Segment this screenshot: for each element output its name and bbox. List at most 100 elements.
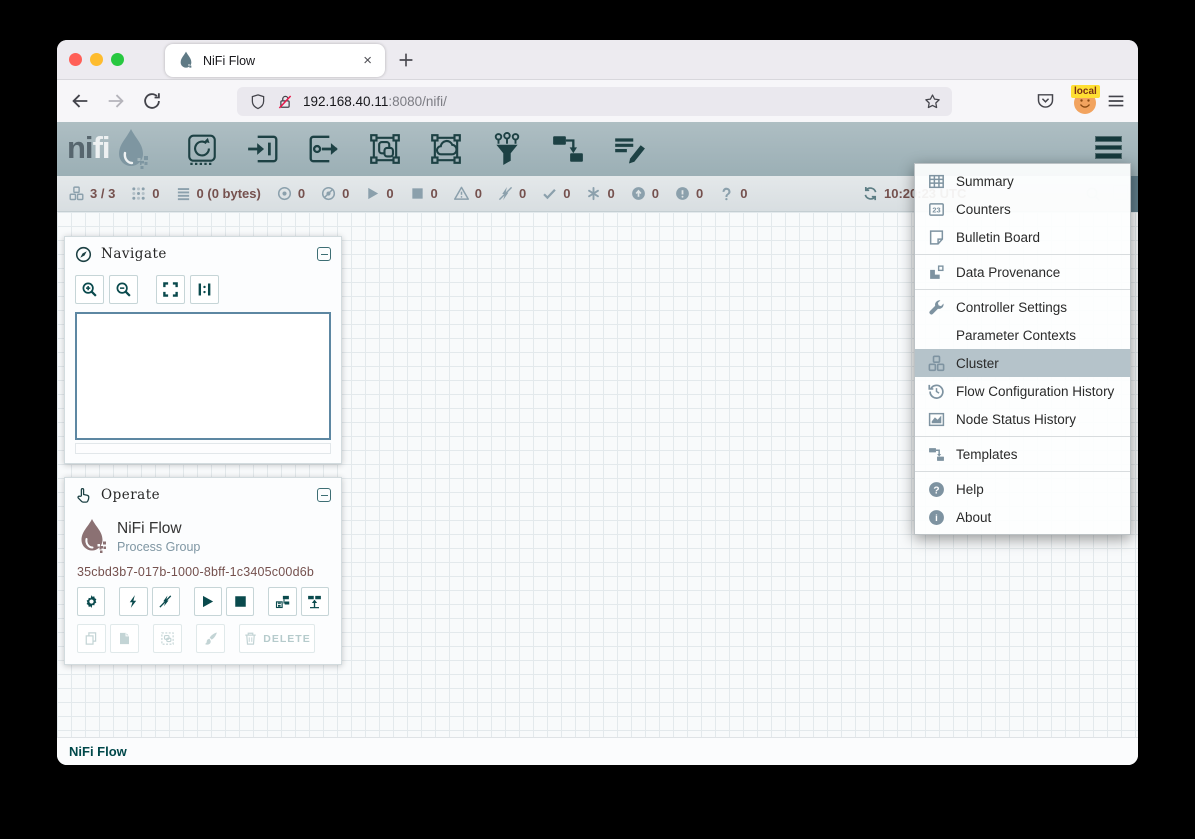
breadcrumb[interactable]: NiFi Flow (69, 744, 127, 759)
processor-icon[interactable] (185, 132, 219, 166)
output-port-icon[interactable] (307, 132, 341, 166)
forward-button[interactable] (105, 90, 127, 112)
gear-button[interactable] (77, 587, 105, 616)
status-value: 0 (0 bytes) (197, 186, 261, 201)
menu-item-data-provenance[interactable]: Data Provenance (915, 258, 1130, 286)
new-tab-button[interactable] (395, 49, 417, 71)
process-group-icon[interactable] (368, 132, 402, 166)
template-icon[interactable] (551, 132, 585, 166)
birdseye-minimap[interactable] (75, 312, 331, 440)
status-item: 0 (454, 186, 482, 201)
bulletin-board-icon (928, 229, 945, 246)
copy-button[interactable] (77, 624, 106, 653)
svg-text:i: i (935, 513, 938, 524)
save-template-icon (275, 594, 290, 609)
window-close-button[interactable] (69, 53, 82, 66)
stopped-icon (410, 186, 425, 201)
birdseye-strip[interactable] (75, 443, 331, 454)
svg-text:?: ? (933, 485, 939, 496)
actual-size-button[interactable] (190, 275, 219, 304)
status-item: 0 (0 bytes) (176, 186, 261, 201)
menu-item-help[interactable]: ? Help (915, 475, 1130, 503)
profile-button[interactable]: local (1071, 87, 1101, 117)
window-zoom-button[interactable] (111, 53, 124, 66)
menu-item-templates[interactable]: Templates (915, 440, 1130, 468)
gear-icon (84, 594, 99, 609)
status-item: 3 / 3 (69, 186, 115, 201)
tracking-protection-shield-icon[interactable] (249, 93, 267, 111)
pocket-icon[interactable] (1035, 90, 1056, 111)
navigate-header: Navigate (65, 237, 341, 271)
url-bar[interactable]: 192.168.40.11:8080/nifi/ (237, 87, 952, 116)
navigate-collapse-button[interactable] (317, 247, 331, 261)
menu-item-node-status-history[interactable]: Node Status History (915, 405, 1130, 433)
svg-text:23: 23 (932, 205, 940, 214)
processor-grid-icon (131, 186, 146, 201)
menu-item-bulletin-board[interactable]: Bulletin Board (915, 223, 1130, 251)
upload-template-icon (307, 594, 322, 609)
status-item: 0 (542, 186, 570, 201)
menu-item-label: Templates (956, 447, 1018, 462)
brush-button[interactable] (196, 624, 225, 653)
stale-icon (631, 186, 646, 201)
transmitting-icon (277, 186, 292, 201)
menu-item-summary[interactable]: Summary (915, 167, 1130, 195)
zoom-out-button[interactable] (109, 275, 138, 304)
paste-button[interactable] (110, 624, 139, 653)
play-button[interactable] (194, 587, 222, 616)
tab-close-button[interactable]: × (360, 52, 375, 69)
global-menu-button[interactable] (1095, 136, 1122, 159)
menu-item-label: Help (956, 482, 984, 497)
url-path: :8080/nifi/ (388, 94, 447, 109)
menu-item-counters[interactable]: 23Counters (915, 195, 1130, 223)
actual-size-icon (196, 281, 213, 298)
funnel-icon[interactable] (490, 132, 524, 166)
status-item: 0 (719, 186, 747, 201)
status-counts: 3 / 300 (0 bytes)00000000000 (69, 176, 747, 211)
menu-item-about[interactable]: iAbout (915, 503, 1130, 531)
status-item: 0 (131, 186, 159, 201)
nifi-logo-drop-icon (113, 127, 149, 171)
operate-collapse-button[interactable] (317, 488, 331, 502)
window-minimize-button[interactable] (90, 53, 103, 66)
menu-item-label: Summary (956, 174, 1014, 189)
navigate-title: Navigate (101, 246, 308, 262)
zoom-in-button[interactable] (75, 275, 104, 304)
counters-icon: 23 (928, 201, 945, 218)
not-transmitting-icon (321, 186, 336, 201)
sync-failure-icon (719, 186, 734, 201)
status-value: 0 (386, 186, 393, 201)
no-icon (928, 327, 945, 344)
trash-button[interactable]: DELETE (239, 624, 315, 653)
browser-tab[interactable]: NiFi Flow × (165, 44, 385, 77)
bolt-icon (126, 594, 141, 609)
save-template-button[interactable] (268, 587, 296, 616)
input-port-icon[interactable] (246, 132, 280, 166)
insecure-connection-icon[interactable] (276, 93, 294, 111)
menu-item-flow-configuration-history[interactable]: Flow Configuration History (915, 377, 1130, 405)
bookmark-star-icon[interactable] (923, 92, 942, 111)
group-button[interactable] (153, 624, 182, 653)
menu-item-cluster[interactable]: Cluster (915, 349, 1130, 377)
firefox-menu-button[interactable] (1105, 90, 1127, 112)
stop-button[interactable] (226, 587, 254, 616)
menu-item-label: Flow Configuration History (956, 384, 1114, 399)
navigate-buttons (65, 271, 341, 308)
bolt-button[interactable] (119, 587, 147, 616)
status-value: 0 (607, 186, 614, 201)
menu-item-controller-settings[interactable]: Controller Settings (915, 293, 1130, 321)
back-button[interactable] (69, 90, 91, 112)
refresh-icon[interactable] (863, 186, 878, 201)
label-icon[interactable] (612, 132, 646, 166)
controller-settings-icon (928, 299, 945, 316)
upload-template-button[interactable] (301, 587, 329, 616)
reload-button[interactable] (141, 90, 163, 112)
window-controls (69, 53, 124, 66)
fit-button[interactable] (156, 275, 185, 304)
status-item: 0 (365, 186, 393, 201)
zoom-out-icon (115, 281, 132, 298)
fit-icon (162, 281, 179, 298)
bolt-off-button[interactable] (152, 587, 180, 616)
remote-process-group-icon[interactable] (429, 132, 463, 166)
menu-item-parameter-contexts[interactable]: Parameter Contexts (915, 321, 1130, 349)
